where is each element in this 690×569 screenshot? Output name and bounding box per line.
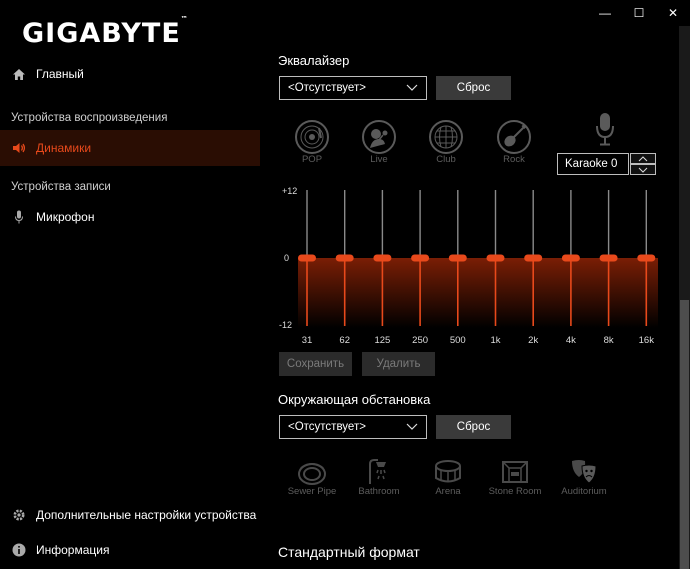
env-bathroom[interactable]: Bathroom xyxy=(354,458,404,497)
sidebar-item-microphone[interactable]: Микрофон xyxy=(0,199,260,235)
eq-frequency-label: 1k xyxy=(490,335,500,346)
preset-label: Live xyxy=(370,154,388,165)
preset-label: Rock xyxy=(503,154,525,165)
maximize-button[interactable]: ☐ xyxy=(622,0,656,26)
preset-pop[interactable]: POP xyxy=(287,120,337,165)
eq-slider-knob-62[interactable] xyxy=(335,254,354,262)
dropdown-value: <Отсутствует> xyxy=(288,421,366,433)
env-label: Auditorium xyxy=(561,486,607,497)
eq-slider-knob-2k[interactable] xyxy=(524,254,543,262)
eq-frequency-label: 125 xyxy=(374,335,390,346)
preset-club[interactable]: Club xyxy=(421,120,471,165)
environment-preset-dropdown[interactable]: <Отсутствует> xyxy=(279,415,427,439)
equalizer-preset-dropdown[interactable]: <Отсутствует> xyxy=(279,76,427,100)
chevron-down-icon xyxy=(406,82,418,95)
sidebar-item-label: Дополнительные настройки устройства xyxy=(36,508,257,522)
eq-frequency-label: 31 xyxy=(302,335,313,346)
standard-format-title: Стандартный формат xyxy=(278,544,420,560)
arena-icon xyxy=(435,460,461,483)
playback-section-label: Устройства воспроизведения xyxy=(11,112,168,124)
gear-icon xyxy=(12,508,26,522)
eq-frequency-label: 500 xyxy=(450,335,466,346)
preset-label: POP xyxy=(301,154,323,165)
eq-slider-knob-125[interactable] xyxy=(373,254,392,262)
eq-slider-knob-4k[interactable] xyxy=(561,254,580,262)
eq-slider-knob-8k[interactable] xyxy=(599,254,618,262)
sidebar-item-label: Информация xyxy=(36,543,110,557)
eq-frequency-label: 62 xyxy=(339,335,350,346)
env-label: Sewer Pipe xyxy=(287,486,337,497)
environment-reset-button[interactable]: Сброс xyxy=(436,415,511,439)
eq-frequency-label: 250 xyxy=(412,335,428,346)
eq-slider-knob-1k[interactable] xyxy=(486,254,505,262)
minimize-button[interactable]: — xyxy=(588,0,622,26)
sidebar-item-label: Главный xyxy=(36,67,84,81)
env-auditorium[interactable]: Auditorium xyxy=(556,458,612,497)
recording-section-label: Устройства записи xyxy=(11,181,111,193)
env-label: Bathroom xyxy=(358,486,400,497)
scrollbar-thumb[interactable] xyxy=(680,300,689,569)
eq-slider-knob-31[interactable] xyxy=(298,254,316,262)
window-controls: — ☐ ✕ xyxy=(588,0,690,26)
info-icon xyxy=(12,543,26,557)
chevron-up-icon xyxy=(638,155,648,161)
microphone-icon xyxy=(12,210,26,224)
karaoke-level-field[interactable]: Karaoke 0 xyxy=(557,153,629,175)
eq-scale-mid: 0 xyxy=(284,253,289,263)
dropdown-value: <Отсутствует> xyxy=(288,82,366,94)
chevron-down-icon xyxy=(406,421,418,434)
disco-ball-icon xyxy=(429,120,463,154)
karaoke-decrease-button[interactable] xyxy=(630,164,656,175)
eq-slider-knob-16k[interactable] xyxy=(637,254,656,262)
eq-scale-top: +12 xyxy=(282,186,297,196)
equalizer-reset-button[interactable]: Сброс xyxy=(436,76,511,100)
sidebar-item-advanced-settings[interactable]: Дополнительные настройки устройства xyxy=(0,497,260,533)
env-sewer-pipe[interactable]: Sewer Pipe xyxy=(286,458,338,497)
chevron-down-icon xyxy=(638,167,648,173)
eq-frequency-label: 4k xyxy=(566,335,576,346)
preset-live[interactable]: Live xyxy=(354,120,404,165)
stone-room-icon xyxy=(502,461,528,483)
equalizer-title: Эквалайзер xyxy=(278,53,350,68)
close-button[interactable]: ✕ xyxy=(656,0,690,26)
karaoke-microphone-icon xyxy=(595,112,615,151)
environment-title: Окружающая обстановка xyxy=(278,392,431,407)
theater-masks-icon xyxy=(572,460,597,484)
sidebar-item-label: Динамики xyxy=(36,141,92,155)
eq-save-button[interactable]: Сохранить xyxy=(279,352,352,376)
preset-rock[interactable]: Rock xyxy=(489,120,539,165)
home-icon xyxy=(12,67,26,81)
eq-slider-knob-250[interactable] xyxy=(411,254,430,262)
eq-frequency-label: 16k xyxy=(639,335,655,346)
sidebar: GIGABYTE™ Главный Устройства воспроизвед… xyxy=(0,0,260,569)
eq-frequency-label: 2k xyxy=(528,335,538,346)
karaoke-increase-button[interactable] xyxy=(630,153,656,164)
env-stone-room[interactable]: Stone Room xyxy=(486,458,544,497)
env-arena[interactable]: Arena xyxy=(424,458,472,497)
guitar-icon xyxy=(497,120,531,154)
env-label: Arena xyxy=(435,486,461,497)
sidebar-item-speakers[interactable]: Динамики xyxy=(0,130,260,166)
eq-slider-knob-500[interactable] xyxy=(448,254,467,262)
gigabyte-logo: GIGABYTE™ xyxy=(22,15,189,49)
vinyl-disc-icon xyxy=(295,120,329,154)
karaoke-value: Karaoke 0 xyxy=(565,158,618,170)
sidebar-item-info[interactable]: Информация xyxy=(0,532,260,568)
sewer-pipe-icon xyxy=(298,463,326,485)
eq-scale-bottom: -12 xyxy=(279,320,292,330)
speaker-icon xyxy=(12,141,26,155)
shower-icon xyxy=(369,459,386,484)
singer-icon xyxy=(362,120,396,154)
eq-delete-button[interactable]: Удалить xyxy=(362,352,435,376)
env-label: Stone Room xyxy=(488,486,542,497)
preset-label: Club xyxy=(436,154,456,165)
vertical-scrollbar[interactable] xyxy=(679,26,690,569)
sidebar-item-label: Микрофон xyxy=(36,210,95,224)
sidebar-item-home[interactable]: Главный xyxy=(0,56,260,92)
eq-frequency-label: 8k xyxy=(604,335,614,346)
eq-fill-area xyxy=(298,258,658,328)
